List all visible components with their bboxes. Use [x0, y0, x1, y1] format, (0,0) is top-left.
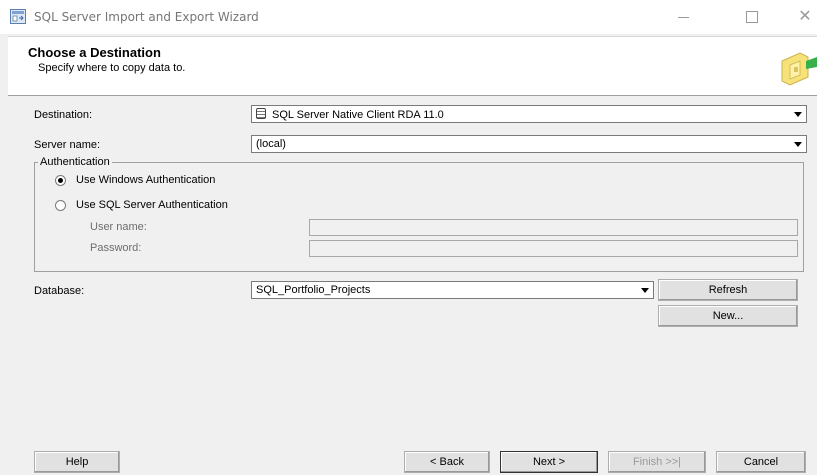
minimize-button[interactable] [673, 6, 695, 28]
destination-label: Destination: [34, 109, 93, 121]
help-button[interactable]: Help [34, 451, 120, 473]
authentication-legend: Authentication [38, 156, 112, 168]
destination-value: SQL Server Native Client RDA 11.0 [272, 109, 444, 121]
windows-auth-label[interactable]: Use Windows Authentication [76, 174, 215, 186]
server-name-label: Server name: [34, 139, 101, 151]
maximize-button[interactable] [741, 6, 763, 28]
next-button[interactable]: Next > [500, 451, 598, 473]
database-value: SQL_Portfolio_Projects [256, 284, 371, 296]
server-name-select[interactable]: (local) [251, 135, 807, 153]
page-title: Choose a Destination [28, 45, 161, 60]
refresh-button[interactable]: Refresh [658, 279, 798, 301]
password-input[interactable] [309, 240, 798, 257]
sql-auth-label[interactable]: Use SQL Server Authentication [76, 199, 228, 211]
chevron-down-icon[interactable] [790, 136, 806, 152]
username-label: User name: [90, 221, 147, 233]
wizard-window: SQL Server Import and Export Wizard ✕ Ch… [0, 0, 817, 475]
finish-button[interactable]: Finish >>| [608, 451, 706, 473]
back-button[interactable]: < Back [404, 451, 490, 473]
window-title: SQL Server Import and Export Wizard [34, 10, 259, 24]
windows-auth-radio[interactable] [55, 175, 66, 186]
title-bar[interactable]: SQL Server Import and Export Wizard ✕ [0, 0, 817, 34]
database-icon [256, 108, 266, 119]
sql-auth-radio[interactable] [55, 200, 66, 211]
new-database-button[interactable]: New... [658, 305, 798, 327]
authentication-group: Authentication Use Windows Authenticatio… [34, 156, 804, 272]
page-subtitle: Specify where to copy data to. [38, 62, 186, 74]
database-label: Database: [34, 285, 85, 297]
server-name-value: (local) [256, 138, 286, 150]
wizard-header: Choose a Destination Specify where to co… [8, 36, 817, 96]
chevron-down-icon[interactable] [637, 282, 653, 298]
username-input[interactable] [309, 219, 798, 236]
cancel-button[interactable]: Cancel [716, 451, 806, 473]
wizard-banner-icon [781, 52, 817, 86]
chevron-down-icon[interactable] [790, 106, 806, 122]
app-icon [10, 9, 26, 24]
close-button[interactable]: ✕ [794, 6, 816, 28]
database-select[interactable]: SQL_Portfolio_Projects [251, 281, 654, 299]
destination-select[interactable]: SQL Server Native Client RDA 11.0 [251, 105, 807, 123]
password-label: Password: [90, 242, 142, 254]
